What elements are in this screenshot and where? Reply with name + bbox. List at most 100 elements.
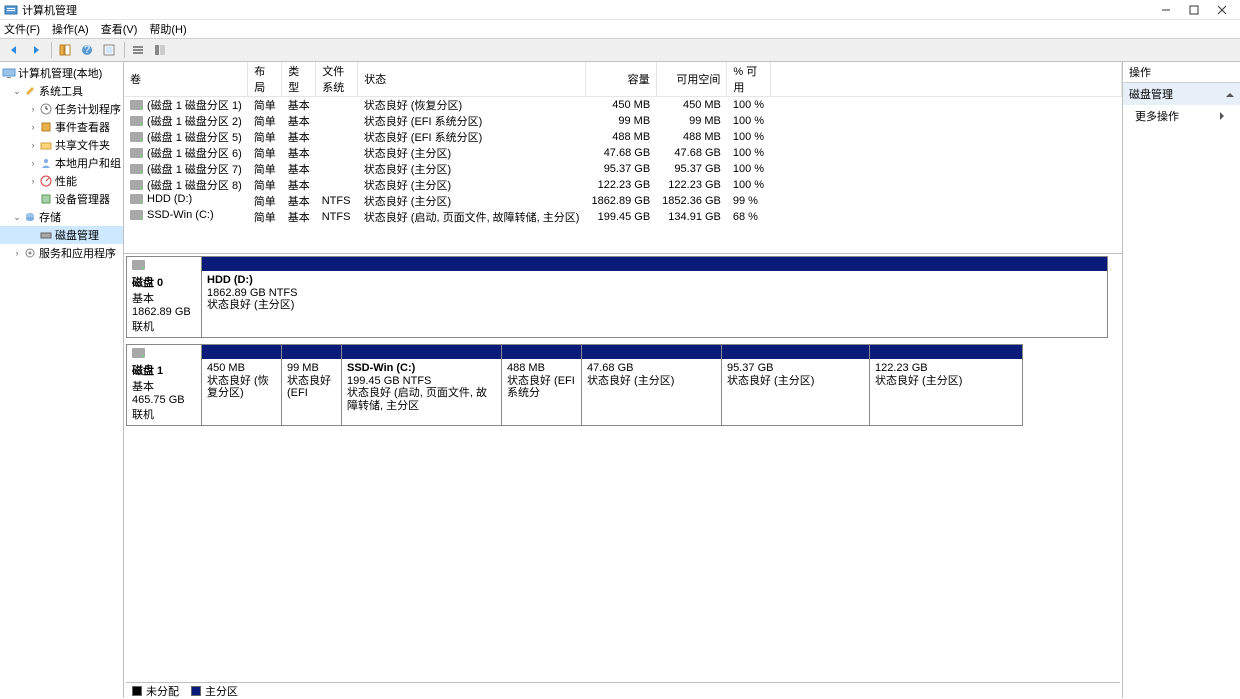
cell-fs [316,161,358,177]
collapse-icon[interactable]: ⌄ [12,86,22,97]
drive-icon [130,180,143,190]
tree-root-label: 计算机管理(本地) [18,65,102,81]
expand-icon[interactable]: › [28,104,38,114]
list-view-button[interactable] [128,40,148,60]
tree-system-tools[interactable]: ⌄ 系统工具 [0,82,123,100]
menu-help[interactable]: 帮助(H) [149,21,186,37]
partition-header [282,345,341,359]
disk-status: 联机 [132,406,196,422]
navigation-tree[interactable]: 计算机管理(本地) ⌄ 系统工具 › 任务计划程序 › 事件查看器 › 共享文件… [0,62,124,698]
cell-status: 状态良好 (恢复分区) [358,97,586,114]
actions-group[interactable]: 磁盘管理 [1123,83,1240,105]
table-row[interactable]: SSD-Win (C:)简单基本NTFS状态良好 (启动, 页面文件, 故障转储… [124,209,1122,225]
table-row[interactable]: (磁盘 1 磁盘分区 1)简单基本状态良好 (恢复分区)450 MB450 MB… [124,97,1122,114]
partition-size: 199.45 GB NTFS [347,375,496,388]
cell-pct: 99 % [727,193,770,209]
cell-fs [316,177,358,193]
partition-header [202,345,281,359]
actions-pane: 操作 磁盘管理 更多操作 [1122,62,1240,698]
tree-event-viewer[interactable]: › 事件查看器 [0,118,123,136]
table-row[interactable]: (磁盘 1 磁盘分区 8)简单基本状态良好 (主分区)122.23 GB122.… [124,177,1122,193]
menu-file[interactable]: 文件(F) [4,21,40,37]
col-capacity[interactable]: 容量 [585,62,656,97]
cell-layout: 简单 [248,209,282,225]
refresh-button[interactable] [99,40,119,60]
graphical-view[interactable]: 磁盘 0基本1862.89 GB联机HDD (D:)1862.89 GB NTF… [124,254,1122,698]
partition[interactable]: HDD (D:)1862.89 GB NTFS状态良好 (主分区) [202,256,1108,338]
cell-status: 状态良好 (主分区) [358,193,586,209]
partition[interactable]: SSD-Win (C:)199.45 GB NTFS状态良好 (启动, 页面文件… [342,344,502,426]
tree-root[interactable]: 计算机管理(本地) [0,64,123,82]
actions-more[interactable]: 更多操作 [1123,105,1240,127]
disk-size: 465.75 GB [132,394,196,406]
storage-icon [23,210,37,224]
partition-body: 99 MB状态良好 (EFI [282,359,341,425]
col-status[interactable]: 状态 [358,62,586,97]
expand-icon[interactable]: › [28,176,38,186]
volume-name: (磁盘 1 磁盘分区 2) [147,113,242,129]
back-button[interactable] [4,40,24,60]
col-layout[interactable]: 布局 [248,62,282,97]
tree-toggle-button[interactable] [55,40,75,60]
cell-capacity: 99 MB [585,113,656,129]
table-row[interactable]: (磁盘 1 磁盘分区 6)简单基本状态良好 (主分区)47.68 GB47.68… [124,145,1122,161]
expand-icon[interactable]: › [28,122,38,132]
col-pct[interactable]: % 可用 [727,62,770,97]
tree-disk-management[interactable]: › 磁盘管理 [0,226,123,244]
disk-row: 磁盘 0基本1862.89 GB联机HDD (D:)1862.89 GB NTF… [126,256,1120,338]
legend-unallocated: 未分配 [132,683,179,699]
volume-name: (磁盘 1 磁盘分区 8) [147,177,242,193]
legend-swatch-blue [191,686,201,696]
expand-icon[interactable]: › [12,248,22,258]
partition[interactable]: 95.37 GB状态良好 (主分区) [722,344,870,426]
tree-local-users[interactable]: › 本地用户和组 [0,154,123,172]
detail-view-button[interactable] [150,40,170,60]
cell-pct: 100 % [727,145,770,161]
partition[interactable]: 450 MB状态良好 (恢复分区) [202,344,282,426]
close-button[interactable] [1208,1,1236,19]
partition-header [870,345,1022,359]
partition-header [582,345,721,359]
cell-free: 1852.36 GB [656,193,727,209]
cell-pct: 68 % [727,209,770,225]
col-volume[interactable]: 卷 [124,62,248,97]
col-fs[interactable]: 文件系统 [316,62,358,97]
expand-icon[interactable]: › [28,140,38,150]
tree-shared-folders[interactable]: › 共享文件夹 [0,136,123,154]
partition[interactable]: 488 MB状态良好 (EFI 系统分 [502,344,582,426]
partition-status: 状态良好 (主分区) [875,375,1017,388]
expand-icon[interactable]: › [28,158,38,168]
partition[interactable]: 122.23 GB状态良好 (主分区) [870,344,1023,426]
tree-storage[interactable]: ⌄ 存储 [0,208,123,226]
maximize-button[interactable] [1180,1,1208,19]
help-button[interactable]: ? [77,40,97,60]
disk-info[interactable]: 磁盘 0基本1862.89 GB联机 [126,256,202,338]
tree-label: 共享文件夹 [55,137,110,153]
table-row[interactable]: (磁盘 1 磁盘分区 5)简单基本状态良好 (EFI 系统分区)488 MB48… [124,129,1122,145]
volume-name: (磁盘 1 磁盘分区 1) [147,97,242,113]
forward-button[interactable] [26,40,46,60]
tree-performance[interactable]: › 性能 [0,172,123,190]
partition[interactable]: 47.68 GB状态良好 (主分区) [582,344,722,426]
partition-status: 状态良好 (EFI [287,375,336,400]
volume-table[interactable]: 卷 布局 类型 文件系统 状态 容量 可用空间 % 可用 (磁盘 1 磁盘分区 … [124,62,1122,254]
tree-services[interactable]: › 服务和应用程序 [0,244,123,262]
cell-status: 状态良好 (EFI 系统分区) [358,129,586,145]
menu-view[interactable]: 查看(V) [101,21,138,37]
menu-action[interactable]: 操作(A) [52,21,89,37]
table-row[interactable]: (磁盘 1 磁盘分区 7)简单基本状态良好 (主分区)95.37 GB95.37… [124,161,1122,177]
disk-type: 基本 [132,290,196,306]
table-header-row: 卷 布局 类型 文件系统 状态 容量 可用空间 % 可用 [124,62,1122,97]
table-row[interactable]: HDD (D:)简单基本NTFS状态良好 (主分区)1862.89 GB1852… [124,193,1122,209]
partition-header [722,345,869,359]
partition[interactable]: 99 MB状态良好 (EFI [282,344,342,426]
collapse-icon[interactable]: ⌄ [12,212,22,223]
col-free[interactable]: 可用空间 [656,62,727,97]
col-type[interactable]: 类型 [282,62,316,97]
disk-info[interactable]: 磁盘 1基本465.75 GB联机 [126,344,202,426]
tree-device-manager[interactable]: › 设备管理器 [0,190,123,208]
partition-status: 状态良好 (主分区) [207,299,1102,312]
tree-task-scheduler[interactable]: › 任务计划程序 [0,100,123,118]
table-row[interactable]: (磁盘 1 磁盘分区 2)简单基本状态良好 (EFI 系统分区)99 MB99 … [124,113,1122,129]
minimize-button[interactable] [1152,1,1180,19]
